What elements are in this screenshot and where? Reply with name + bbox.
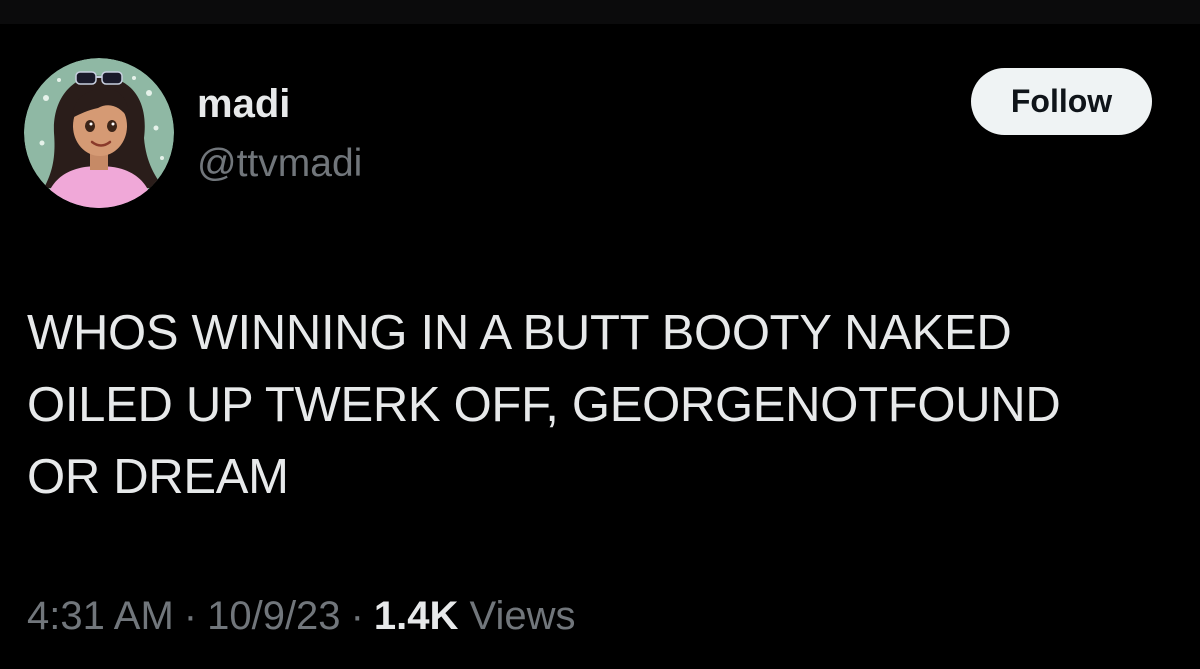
top-edge-bar — [0, 0, 1200, 24]
tweet-time[interactable]: 4:31 AM — [27, 594, 174, 638]
avatar-illustration — [24, 58, 174, 208]
tweet-text-line: WHOS WINNING IN A BUTT BOOTY NAKED — [27, 306, 1012, 360]
tweet-date[interactable]: 10/9/23 — [207, 594, 340, 638]
tweet-text: WHOS WINNING IN A BUTT BOOTY NAKED OILED… — [27, 297, 1177, 513]
follow-button[interactable]: Follow — [971, 68, 1152, 135]
views-count[interactable]: 1.4K — [374, 594, 459, 638]
views-label[interactable]: Views — [470, 594, 576, 638]
meta-separator: · — [183, 594, 198, 638]
avatar[interactable] — [24, 58, 174, 208]
display-name[interactable]: madi — [197, 80, 290, 128]
tweet-metadata: 4:31 AM · 10/9/23 · 1.4K Views — [27, 592, 576, 640]
meta-separator: · — [350, 594, 364, 638]
tweet-text-line: OR DREAM — [27, 450, 289, 504]
tweet-text-line: OILED UP TWERK OFF, GEORGENOTFOUND — [27, 378, 1061, 432]
user-handle[interactable]: @ttvmadi — [197, 141, 362, 187]
